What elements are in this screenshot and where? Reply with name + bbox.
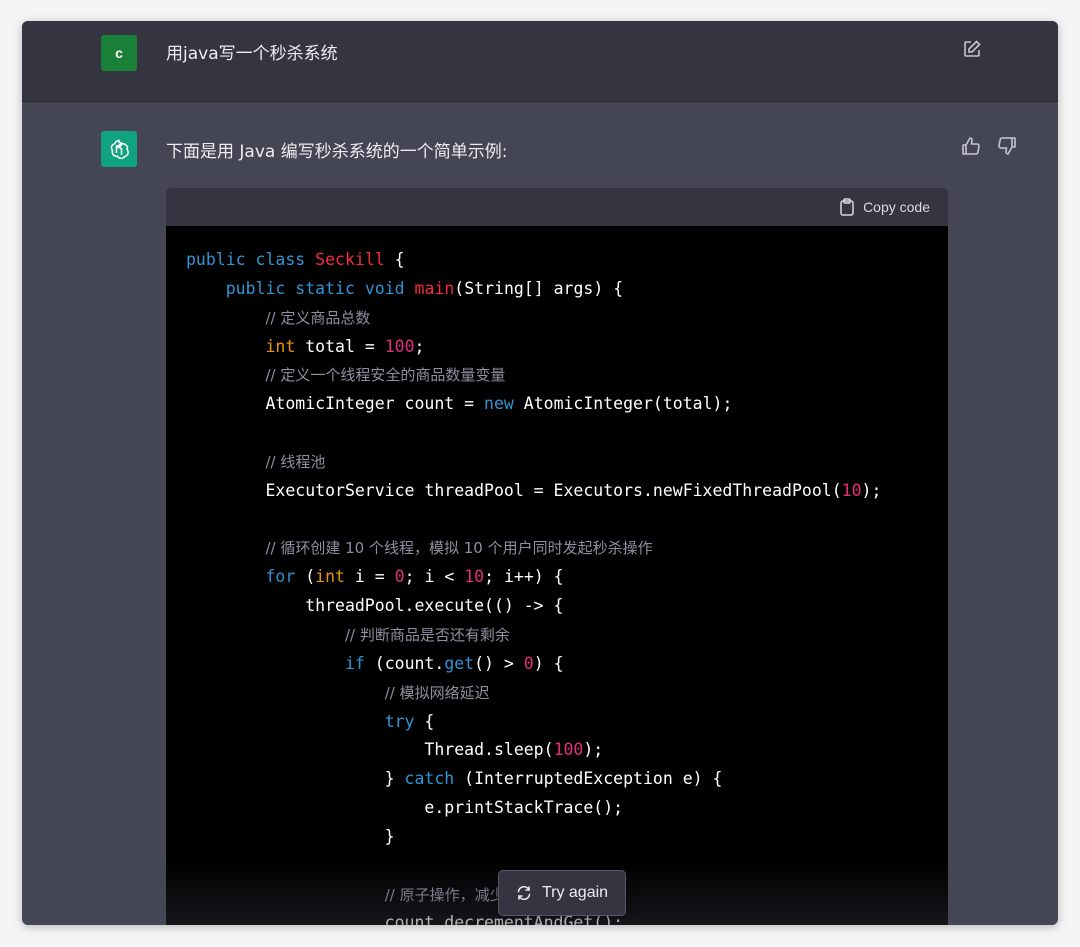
code-block-header: Copy code bbox=[166, 188, 948, 226]
thumbs-down-icon[interactable] bbox=[996, 135, 1018, 157]
edit-icon[interactable] bbox=[962, 39, 982, 59]
code-block: Copy code public class Seckill { public … bbox=[166, 188, 948, 925]
refresh-icon bbox=[517, 885, 531, 901]
copy-code-label: Copy code bbox=[863, 199, 930, 215]
user-avatar-letter: c bbox=[115, 45, 123, 61]
copy-code-button[interactable]: Copy code bbox=[839, 198, 930, 216]
code-content: public class Seckill { public static voi… bbox=[186, 250, 882, 925]
assistant-avatar bbox=[101, 131, 137, 167]
assistant-message-text: 下面是用 Java 编写秒杀系统的一个简单示例: bbox=[166, 142, 508, 162]
user-avatar: c bbox=[101, 35, 137, 71]
thumbs-up-icon[interactable] bbox=[960, 135, 982, 157]
try-again-label: Try again bbox=[541, 884, 609, 901]
try-again-button[interactable]: Try again bbox=[498, 870, 626, 916]
user-message-row: c 用java写一个秒杀系统 bbox=[22, 21, 1058, 102]
clipboard-icon bbox=[840, 198, 854, 216]
openai-logo-icon bbox=[110, 139, 129, 160]
chat-window: c 用java写一个秒杀系统 下面是用 Java 编写秒杀系统的一个简单示例: bbox=[22, 21, 1058, 925]
user-message-text: 用java写一个秒杀系统 bbox=[166, 44, 338, 64]
